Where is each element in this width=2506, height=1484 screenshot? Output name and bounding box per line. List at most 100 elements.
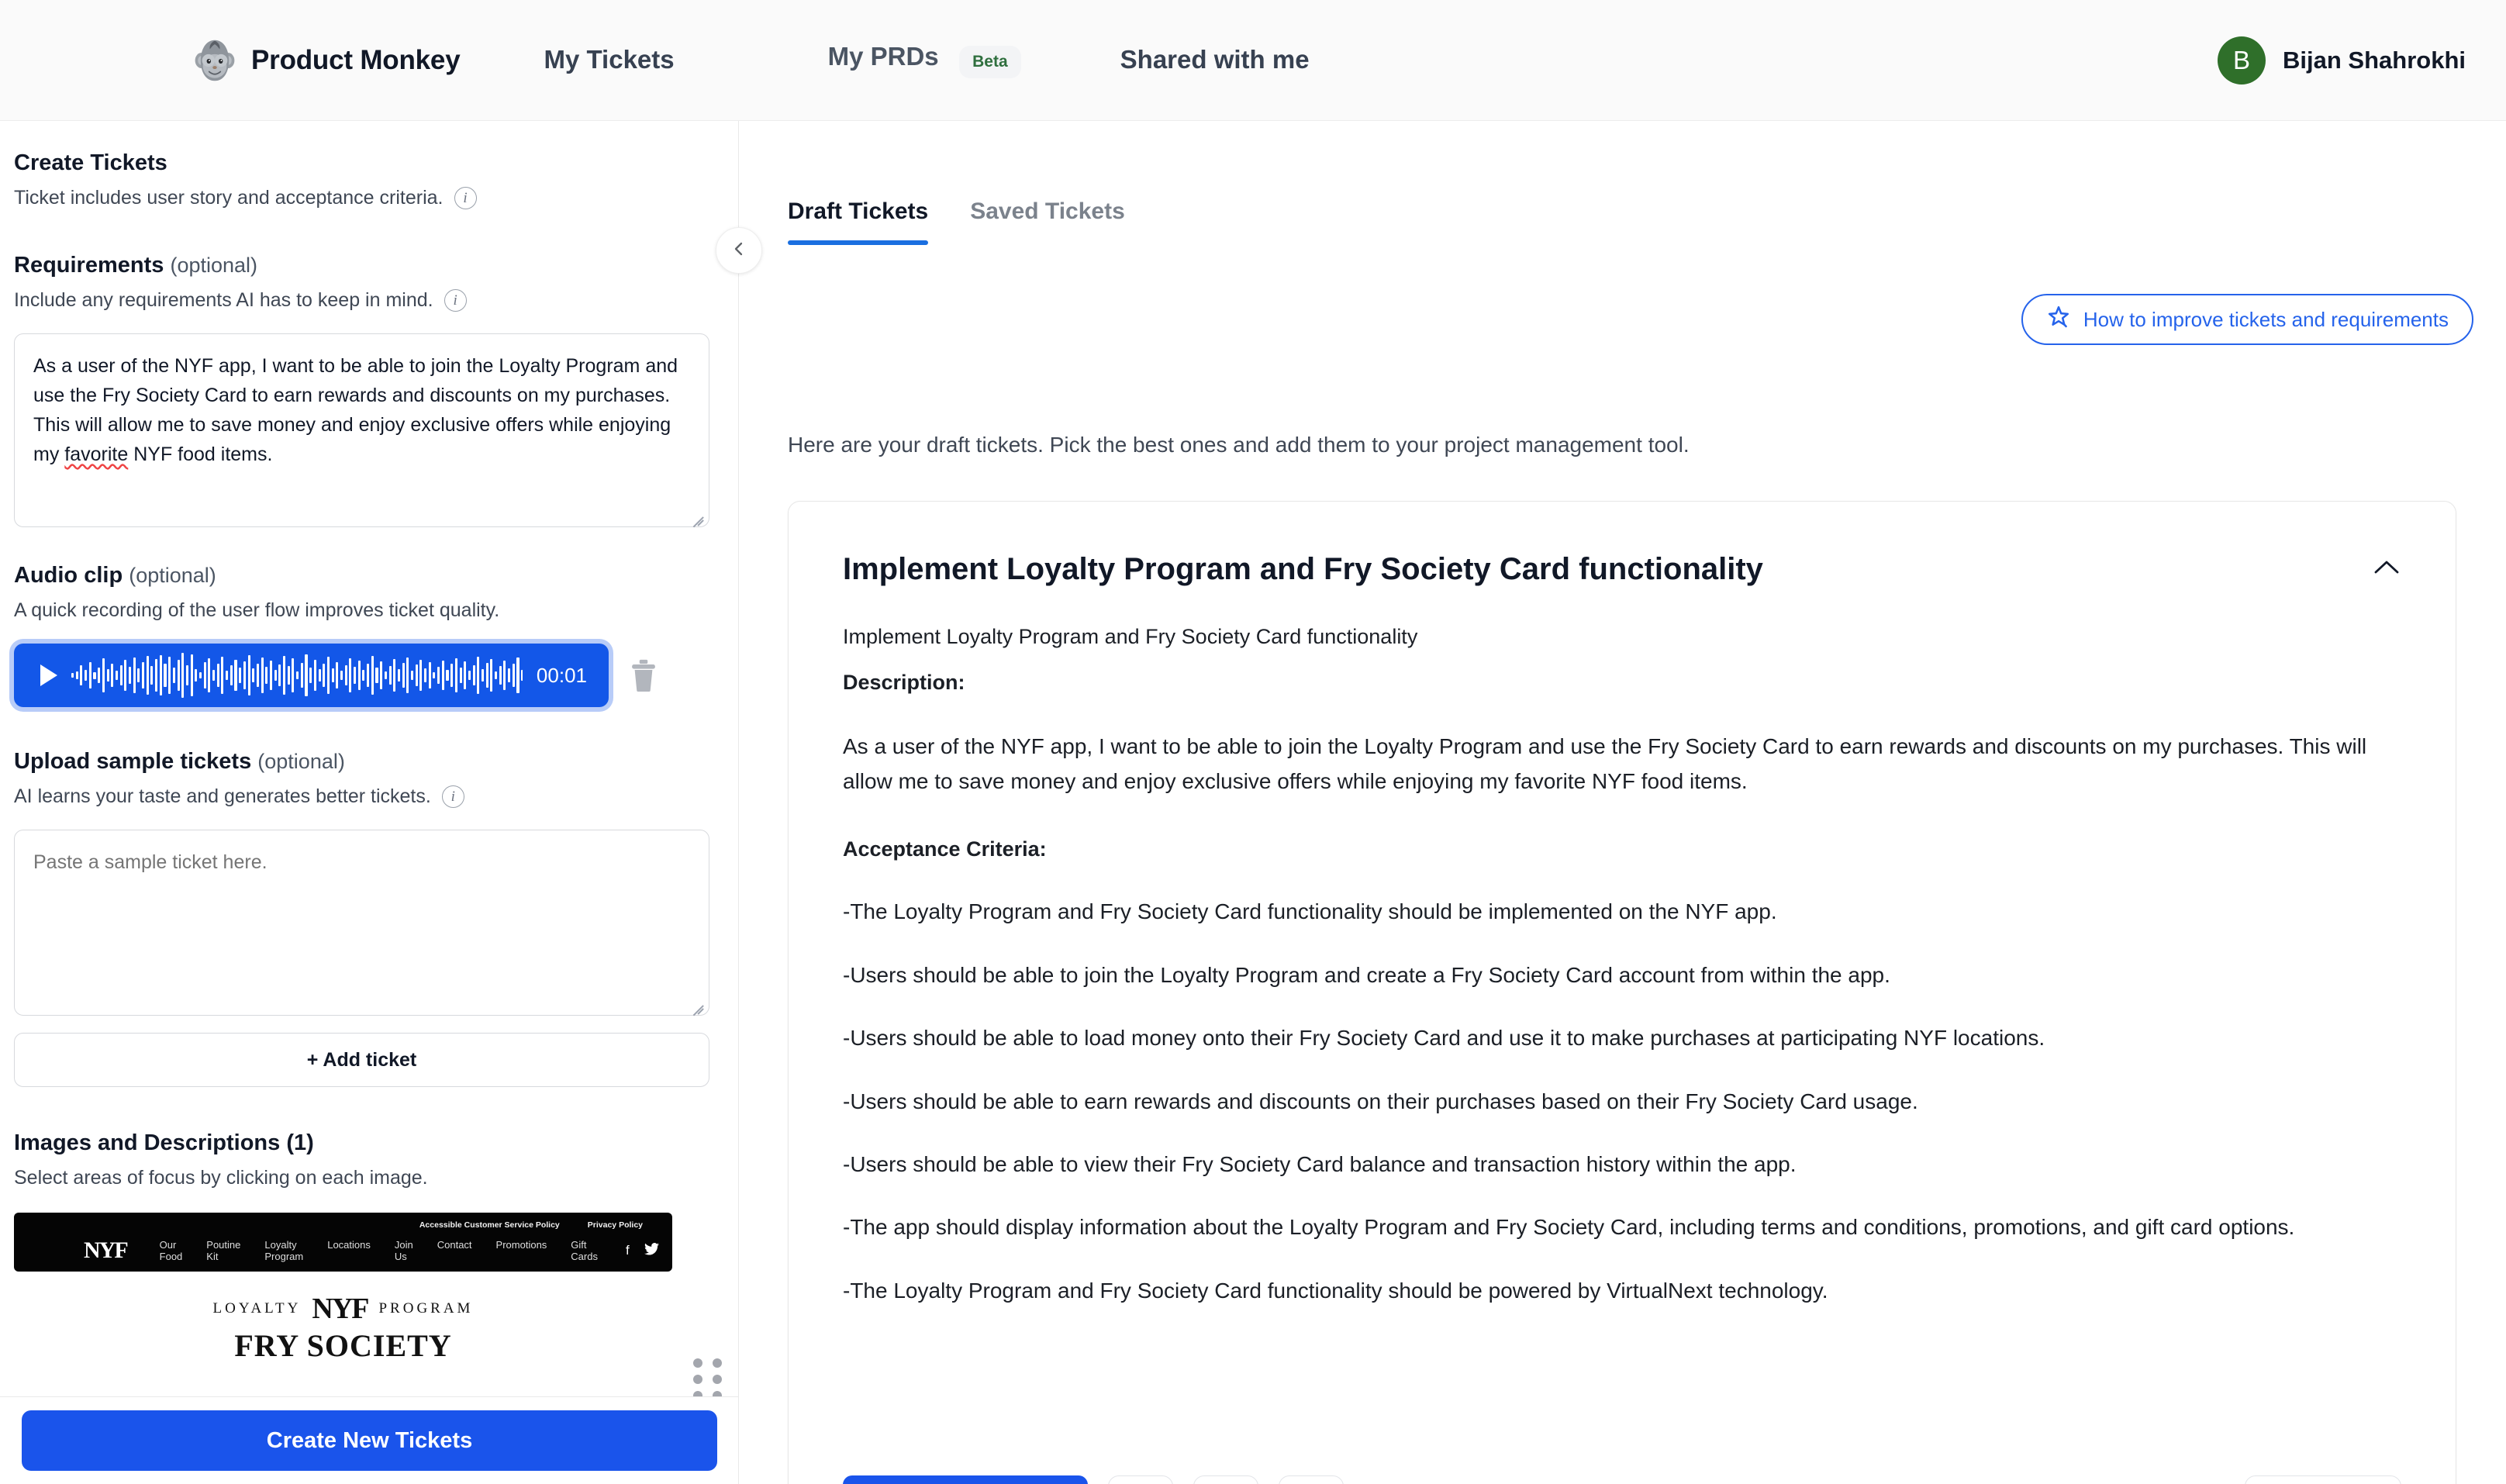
- brand-name: Product Monkey: [251, 44, 461, 75]
- beta-badge: Beta: [959, 45, 1021, 78]
- acceptance-criterion: -Users should be able to join the Loyalt…: [843, 962, 1890, 987]
- create-tickets-section: Create Tickets Ticket includes user stor…: [0, 150, 738, 209]
- thumbnail-nav-loyalty-program: Loyalty Program: [264, 1239, 304, 1262]
- requirements-text-part2: NYF food items.: [128, 443, 273, 465]
- sample-tickets-subtitle: AI learns your taste and generates bette…: [14, 785, 711, 808]
- thumbnail-nav-links: Our Food Poutine Kit Loyalty Program Loc…: [160, 1239, 598, 1262]
- sparkle-star-icon: [2046, 305, 2071, 335]
- image-hero-strip: LOYALTY NYF PROGRAM FRY SOCIETY: [14, 1292, 672, 1364]
- requirements-title: Requirements (optional): [14, 253, 711, 278]
- draft-tickets-lede: Here are your draft tickets. Pick the be…: [788, 433, 1690, 457]
- ticket-card-body: Implement Loyalty Program and Fry Societ…: [843, 621, 2401, 1306]
- audio-clip-title-text: Audio clip: [14, 563, 123, 588]
- trash-icon[interactable]: [627, 657, 660, 693]
- sidebar-scroll-area[interactable]: Create Tickets Ticket includes user stor…: [0, 121, 738, 1396]
- sample-tickets-optional-tag: (optional): [257, 750, 345, 773]
- audio-duration: 00:01: [536, 663, 587, 687]
- how-to-improve-label: How to improve tickets and requirements: [2083, 307, 2449, 331]
- requirements-misspelled-word: favorite: [64, 443, 129, 465]
- sample-tickets-subtitle-text: AI learns your taste and generates bette…: [14, 785, 431, 807]
- thumbnail-nav-promotions: Promotions: [495, 1239, 547, 1251]
- sample-ticket-textarea[interactable]: [14, 830, 709, 1016]
- audio-clip-subtitle-text: A quick recording of the user flow impro…: [14, 599, 500, 621]
- primary-nav-links: My Tickets My PRDs Beta Shared with me: [544, 42, 1310, 78]
- images-descriptions-section: Images and Descriptions (1) Select areas…: [0, 1130, 738, 1364]
- nav-item-shared-with-me[interactable]: Shared with me: [1120, 45, 1310, 74]
- thumbnail-nav-gift-cards: Gift Cards: [571, 1239, 598, 1262]
- drag-handle-icon[interactable]: [693, 1358, 722, 1396]
- chevron-left-icon: [730, 240, 748, 262]
- facebook-icon: f: [625, 1243, 630, 1258]
- thumbnail-nav-row: NYF Our Food Poutine Kit Loyalty Program…: [14, 1239, 672, 1262]
- info-icon[interactable]: i: [454, 187, 477, 209]
- info-icon[interactable]: i: [441, 785, 464, 808]
- nav-item-my-prds[interactable]: My PRDs: [828, 42, 939, 71]
- thumbnail-policy-links: Accessible Customer Service Policy Priva…: [419, 1220, 643, 1230]
- user-name: Bijan Shahrokhi: [2283, 46, 2466, 74]
- create-tickets-subtitle: Ticket includes user story and acceptanc…: [14, 187, 711, 209]
- tab-draft-tickets[interactable]: Draft Tickets: [788, 198, 929, 245]
- thumbnail-nav-locations: Locations: [327, 1239, 371, 1251]
- sidebar-footer: Create New Tickets: [0, 1396, 738, 1484]
- nyf-logo: NYF: [84, 1237, 129, 1263]
- left-sidebar-panel: Create Tickets Ticket includes user stor…: [0, 121, 739, 1484]
- acceptance-criterion: -Users should be able to load money onto…: [843, 1026, 2045, 1051]
- requirements-subtitle-text: Include any requirements AI has to keep …: [14, 289, 433, 311]
- user-account-menu[interactable]: B Bijan Shahrokhi: [2218, 36, 2466, 85]
- acceptance-criterion: -The Loyalty Program and Fry Society Car…: [843, 899, 1777, 924]
- thumbnail-nav-poutine-kit: Poutine Kit: [206, 1239, 241, 1262]
- image-thumbnail-preview[interactable]: Accessible Customer Service Policy Priva…: [14, 1213, 672, 1272]
- thumbnail-nav-our-food: Our Food: [159, 1239, 183, 1262]
- audio-clip-title: Audio clip (optional): [14, 563, 711, 588]
- avatar: B: [2218, 36, 2266, 85]
- audio-player-row: 00:01: [14, 644, 711, 707]
- audio-waveform[interactable]: [71, 653, 523, 698]
- sample-tickets-title-text: Upload sample tickets: [14, 749, 252, 774]
- play-icon[interactable]: [40, 664, 57, 686]
- info-icon[interactable]: i: [444, 289, 467, 312]
- delete-ticket-button[interactable]: [1279, 1475, 1344, 1484]
- hero-logo: NYF: [312, 1292, 369, 1325]
- monkey-logo-icon: [192, 38, 237, 83]
- ticket-card: Implement Loyalty Program and Fry Societ…: [788, 501, 2456, 1484]
- twitter-icon: [644, 1242, 659, 1259]
- ticket-description-label: Description:: [843, 670, 965, 694]
- how-to-improve-button[interactable]: How to improve tickets and requirements: [2021, 294, 2473, 345]
- requirements-section: Requirements (optional) Include any requ…: [0, 253, 738, 528]
- copy-ticket-button[interactable]: Copy Ticket: [843, 1475, 1088, 1484]
- ticket-description: As a user of the NYF app, I want to be a…: [843, 734, 2367, 794]
- edit-ticket-button[interactable]: [1193, 1475, 1258, 1484]
- nav-item-my-prds-wrapper: My PRDs Beta: [828, 42, 1021, 78]
- hero-line-1: LOYALTY NYF PROGRAM: [14, 1292, 672, 1326]
- requirements-subtitle: Include any requirements AI has to keep …: [14, 289, 711, 312]
- tab-saved-tickets[interactable]: Saved Tickets: [970, 198, 1125, 245]
- audio-player[interactable]: 00:01: [14, 644, 609, 707]
- sidebar-collapse-button[interactable]: [716, 227, 762, 274]
- ticket-card-actions: Copy Ticket: [843, 1475, 2401, 1484]
- requirements-optional-tag: (optional): [170, 254, 258, 277]
- nav-item-my-tickets[interactable]: My Tickets: [544, 45, 674, 74]
- thumbnail-policy-link-privacy: Privacy Policy: [587, 1220, 643, 1230]
- sample-ticket-input-wrapper: [14, 830, 711, 1016]
- create-tickets-subtitle-text: Ticket includes user story and acceptanc…: [14, 187, 444, 209]
- create-new-tickets-button[interactable]: Create New Tickets: [22, 1410, 717, 1471]
- hero-line-2: FRY SOCIETY: [234, 1328, 452, 1363]
- add-ticket-button[interactable]: + Add ticket: [14, 1033, 709, 1087]
- audio-clip-optional-tag: (optional): [129, 564, 216, 587]
- brand-logo-link[interactable]: Product Monkey: [192, 38, 461, 83]
- save-ticket-button[interactable]: [1108, 1475, 1173, 1484]
- ticket-criteria-label: Acceptance Criteria:: [843, 837, 1047, 861]
- acceptance-criterion: -The Loyalty Program and Fry Society Car…: [843, 1278, 1828, 1303]
- sample-tickets-title: Upload sample tickets (optional): [14, 749, 711, 775]
- requirements-textarea[interactable]: As a user of the NYF app, I want to be a…: [14, 333, 709, 527]
- images-descriptions-subtitle: Select areas of focus by clicking on eac…: [14, 1167, 711, 1189]
- share-ticket-button[interactable]: Share: [2245, 1475, 2401, 1484]
- hero-right-text: PROGRAM: [378, 1300, 474, 1317]
- ticket-collapse-button[interactable]: [2372, 557, 2401, 582]
- acceptance-criterion: -Users should be able to earn rewards an…: [843, 1089, 1918, 1113]
- hero-left-text: LOYALTY: [212, 1300, 302, 1317]
- requirements-input-wrapper: As a user of the NYF app, I want to be a…: [14, 333, 711, 528]
- chevron-up-icon: [2372, 561, 2401, 581]
- acceptance-criterion: -The app should display information abou…: [843, 1215, 2295, 1240]
- top-navigation-bar: Product Monkey My Tickets My PRDs Beta S…: [0, 0, 2506, 121]
